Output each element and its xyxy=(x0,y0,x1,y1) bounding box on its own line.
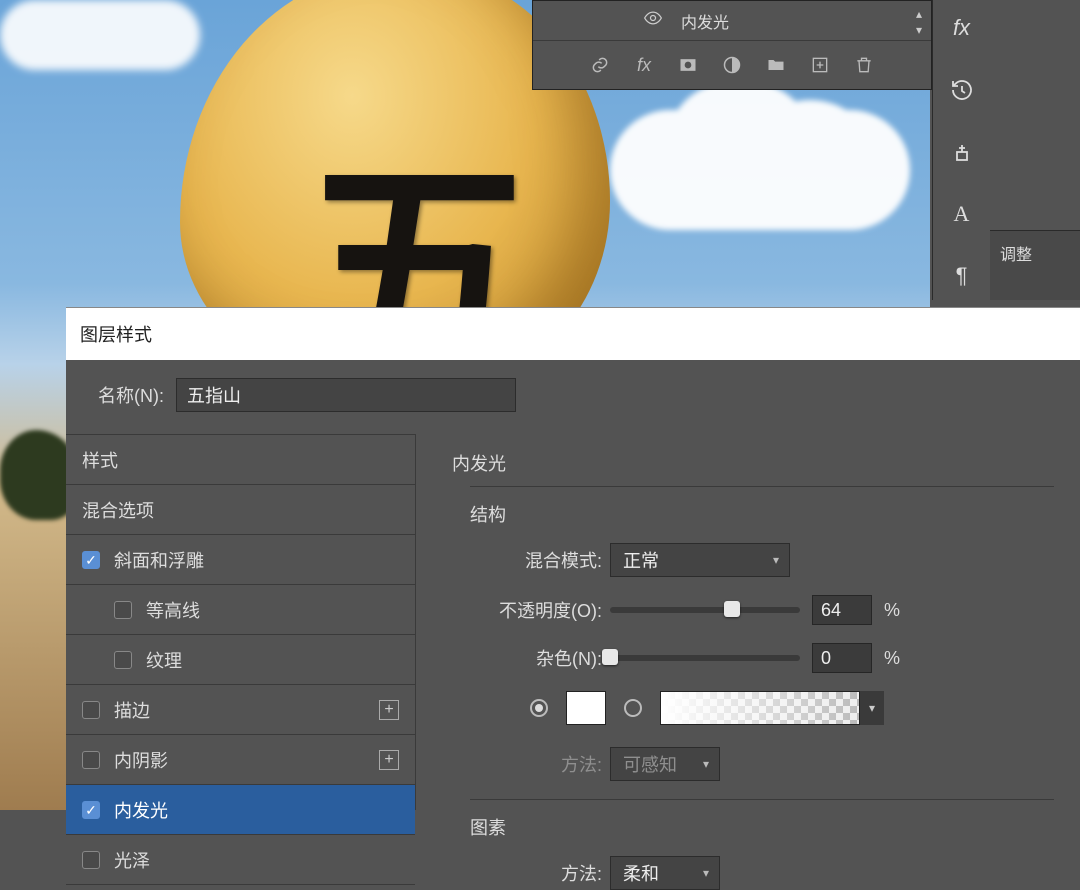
adjustments-label: 调整 xyxy=(1000,247,1032,264)
name-label: 名称(N): xyxy=(98,382,164,408)
panel-collapse-icon[interactable]: ▴▾ xyxy=(907,7,931,37)
gradient-picker[interactable] xyxy=(660,691,860,725)
layer-effect-row[interactable]: 内发光 xyxy=(533,1,931,41)
inner-shadow-checkbox[interactable] xyxy=(82,751,100,769)
add-inner-shadow-icon[interactable]: + xyxy=(379,750,399,770)
blending-options-row[interactable]: 混合选项 xyxy=(66,485,415,535)
opacity-value-input[interactable]: 64 xyxy=(812,595,872,625)
trash-icon[interactable] xyxy=(853,54,875,76)
opacity-slider[interactable] xyxy=(610,607,800,613)
layer-mask-icon[interactable] xyxy=(677,54,699,76)
solid-color-radio[interactable] xyxy=(530,699,548,717)
gradient-chevron-icon[interactable]: ▾ xyxy=(860,691,884,725)
bevel-checkbox[interactable] xyxy=(82,551,100,569)
noise-label: 杂色(N): xyxy=(470,645,610,671)
chevron-down-icon: ▾ xyxy=(703,866,709,880)
add-stroke-icon[interactable]: + xyxy=(379,700,399,720)
inner-shadow-row[interactable]: 内阴影 + xyxy=(66,735,415,785)
adjustments-panel-tab[interactable]: 调整 xyxy=(990,230,1080,300)
layers-panel: 内发光 fx ▴▾ xyxy=(532,0,932,90)
satin-checkbox[interactable] xyxy=(82,851,100,869)
effects-list: 样式 混合选项 斜面和浮雕 等高线 纹理 描边 + 内阴影 + xyxy=(66,434,416,810)
noise-value-input[interactable]: 0 xyxy=(812,643,872,673)
clone-source-icon[interactable] xyxy=(948,138,976,166)
group-icon[interactable] xyxy=(765,54,787,76)
styles-header[interactable]: 样式 xyxy=(66,435,415,485)
section-title: 内发光 xyxy=(452,450,1054,476)
elements-method-label: 方法: xyxy=(470,860,610,886)
percent-unit: % xyxy=(884,648,900,669)
blend-mode-label: 混合模式: xyxy=(470,547,610,573)
link-layers-icon[interactable] xyxy=(589,54,611,76)
contour-checkbox[interactable] xyxy=(114,601,132,619)
noise-slider[interactable] xyxy=(610,655,800,661)
layer-style-dialog: 图层样式 名称(N): 样式 混合选项 斜面和浮雕 等高线 纹理 描边 xyxy=(66,307,1080,810)
elements-subtitle: 图素 xyxy=(470,814,1054,840)
structure-subtitle: 结构 xyxy=(470,501,1054,527)
contour-row[interactable]: 等高线 xyxy=(66,585,415,635)
slider-thumb[interactable] xyxy=(602,649,618,665)
layers-panel-footer: fx xyxy=(533,41,931,89)
layer-effect-label: 内发光 xyxy=(681,9,729,33)
fx-styles-icon[interactable]: fx xyxy=(948,14,976,42)
layer-name-input[interactable] xyxy=(176,378,516,412)
cloud-decoration xyxy=(0,0,200,70)
visibility-icon[interactable] xyxy=(643,8,663,33)
elements-method-select[interactable]: 柔和 ▾ xyxy=(610,856,720,890)
slider-thumb[interactable] xyxy=(724,601,740,617)
dialog-title: 图层样式 xyxy=(66,308,1080,360)
texture-checkbox[interactable] xyxy=(114,651,132,669)
stroke-row[interactable]: 描边 + xyxy=(66,685,415,735)
gradient-radio[interactable] xyxy=(624,699,642,717)
technique-select: 可感知 ▾ xyxy=(610,747,720,781)
percent-unit: % xyxy=(884,600,900,621)
chevron-down-icon: ▾ xyxy=(703,757,709,771)
right-toolbar: fx A ¶ xyxy=(932,0,990,300)
new-layer-icon[interactable] xyxy=(809,54,831,76)
bevel-emboss-row[interactable]: 斜面和浮雕 xyxy=(66,535,415,585)
technique-label: 方法: xyxy=(470,751,610,777)
satin-row[interactable]: 光泽 xyxy=(66,835,415,885)
character-panel-icon[interactable]: A xyxy=(948,200,976,228)
history-icon[interactable] xyxy=(948,76,976,104)
opacity-label: 不透明度(O): xyxy=(470,597,610,623)
chevron-down-icon: ▾ xyxy=(773,553,779,567)
paragraph-panel-icon[interactable]: ¶ xyxy=(948,262,976,290)
inner-glow-row[interactable]: 内发光 xyxy=(66,785,415,835)
glow-color-swatch[interactable] xyxy=(566,691,606,725)
fx-icon[interactable]: fx xyxy=(633,54,655,76)
adjustment-layer-icon[interactable] xyxy=(721,54,743,76)
cloud-decoration xyxy=(610,110,910,230)
effect-settings-pane: 内发光 结构 混合模式: 正常 ▾ 不透明度(O): xyxy=(416,434,1080,810)
stroke-checkbox[interactable] xyxy=(82,701,100,719)
blend-mode-select[interactable]: 正常 ▾ xyxy=(610,543,790,577)
texture-row[interactable]: 纹理 xyxy=(66,635,415,685)
